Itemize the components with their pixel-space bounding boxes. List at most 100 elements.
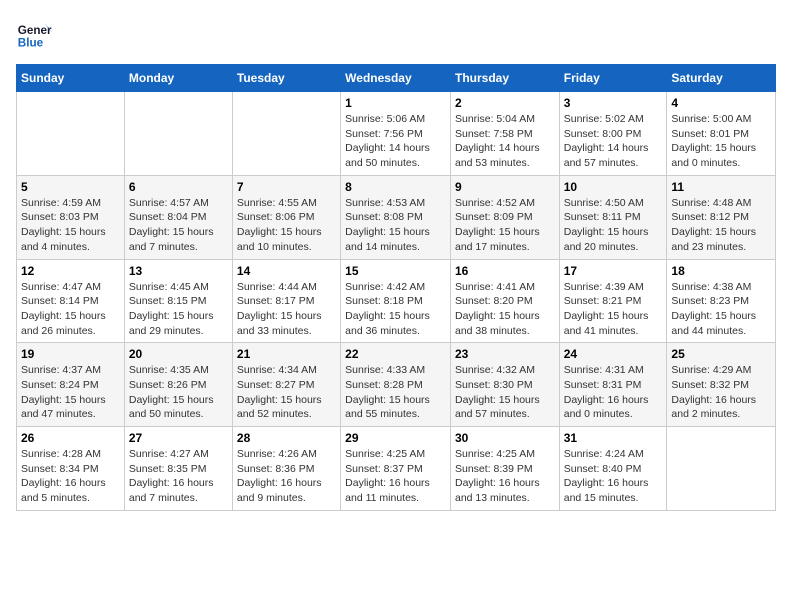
day-info: Sunrise: 4:29 AMSunset: 8:32 PMDaylight:…	[671, 363, 771, 422]
day-cell: 3Sunrise: 5:02 AMSunset: 8:00 PMDaylight…	[559, 92, 667, 176]
day-cell: 16 Sunrise: 4:41 AMSunset: 8:20 PMDayligh…	[450, 259, 559, 343]
day-cell: 15 Sunrise: 4:42 AMSunset: 8:18 PMDayligh…	[341, 259, 451, 343]
day-info: Sunrise: 4:34 AMSunset: 8:27 PMDaylight:…	[237, 363, 336, 422]
day-cell: 1 Sunrise: 5:06 AMSunset: 7:56 PMDaylight…	[341, 92, 451, 176]
weekday-row: SundayMondayTuesdayWednesdayThursdayFrid…	[17, 65, 776, 92]
day-cell: 18 Sunrise: 4:38 AMSunset: 8:23 PMDayligh…	[667, 259, 776, 343]
day-cell: 12 Sunrise: 4:47 AMSunset: 8:14 PMDayligh…	[17, 259, 125, 343]
week-row-5: 26 Sunrise: 4:28 AMSunset: 8:34 PMDayligh…	[17, 427, 776, 511]
day-info: Sunrise: 5:00 AMSunset: 8:01 PMDaylight:…	[671, 112, 771, 171]
day-cell: 10 Sunrise: 4:50 AMSunset: 8:11 PMDayligh…	[559, 175, 667, 259]
day-info: Sunrise: 4:44 AMSunset: 8:17 PMDaylight:…	[237, 280, 336, 339]
day-number: 20	[129, 347, 228, 361]
day-cell: 14 Sunrise: 4:44 AMSunset: 8:17 PMDayligh…	[232, 259, 340, 343]
day-number: 29	[345, 431, 446, 445]
day-number: 22	[345, 347, 446, 361]
weekday-header-thursday: Thursday	[450, 65, 559, 92]
day-info: Sunrise: 4:55 AMSunset: 8:06 PMDaylight:…	[237, 196, 336, 255]
day-info: Sunrise: 4:25 AMSunset: 8:37 PMDaylight:…	[345, 447, 446, 506]
day-info: Sunrise: 4:26 AMSunset: 8:36 PMDaylight:…	[237, 447, 336, 506]
day-info: Sunrise: 4:25 AMSunset: 8:39 PMDaylight:…	[455, 447, 555, 506]
day-cell: 26 Sunrise: 4:28 AMSunset: 8:34 PMDayligh…	[17, 427, 125, 511]
day-number: 21	[237, 347, 336, 361]
weekday-header-wednesday: Wednesday	[341, 65, 451, 92]
day-number: 2	[455, 96, 555, 110]
day-number: 10	[564, 180, 663, 194]
day-number: 13	[129, 264, 228, 278]
day-info: Sunrise: 4:37 AMSunset: 8:24 PMDaylight:…	[21, 363, 120, 422]
day-cell: 31 Sunrise: 4:24 AMSunset: 8:40 PMDayligh…	[559, 427, 667, 511]
day-cell	[232, 92, 340, 176]
day-number: 24	[564, 347, 663, 361]
day-info: Sunrise: 4:28 AMSunset: 8:34 PMDaylight:…	[21, 447, 120, 506]
day-info: Sunrise: 4:41 AMSunset: 8:20 PMDaylight:…	[455, 280, 555, 339]
day-info: Sunrise: 4:47 AMSunset: 8:14 PMDaylight:…	[21, 280, 120, 339]
day-info: Sunrise: 5:06 AMSunset: 7:56 PMDaylight:…	[345, 112, 446, 171]
day-number: 9	[455, 180, 555, 194]
day-cell: 19Sunrise: 4:37 AMSunset: 8:24 PMDayligh…	[17, 343, 125, 427]
calendar: SundayMondayTuesdayWednesdayThursdayFrid…	[16, 64, 776, 511]
day-number: 27	[129, 431, 228, 445]
day-number: 12	[21, 264, 120, 278]
day-info: Sunrise: 4:24 AMSunset: 8:40 PMDaylight:…	[564, 447, 663, 506]
page-header: General Blue	[16, 16, 776, 52]
day-number: 15	[345, 264, 446, 278]
day-cell: 11 Sunrise: 4:48 AMSunset: 8:12 PMDayligh…	[667, 175, 776, 259]
day-info: Sunrise: 4:50 AMSunset: 8:11 PMDaylight:…	[564, 196, 663, 255]
day-cell: 6 Sunrise: 4:57 AMSunset: 8:04 PMDaylight…	[124, 175, 232, 259]
day-cell: 9 Sunrise: 4:52 AMSunset: 8:09 PMDaylight…	[450, 175, 559, 259]
day-number: 6	[129, 180, 228, 194]
day-cell: 25 Sunrise: 4:29 AMSunset: 8:32 PMDayligh…	[667, 343, 776, 427]
logo: General Blue	[16, 16, 52, 52]
calendar-body: 1 Sunrise: 5:06 AMSunset: 7:56 PMDaylight…	[17, 92, 776, 511]
day-cell: 29 Sunrise: 4:25 AMSunset: 8:37 PMDayligh…	[341, 427, 451, 511]
day-number: 18	[671, 264, 771, 278]
day-number: 17	[564, 264, 663, 278]
day-number: 1	[345, 96, 446, 110]
weekday-header-sunday: Sunday	[17, 65, 125, 92]
day-cell: 27 Sunrise: 4:27 AMSunset: 8:35 PMDayligh…	[124, 427, 232, 511]
day-cell: 7 Sunrise: 4:55 AMSunset: 8:06 PMDaylight…	[232, 175, 340, 259]
day-info: Sunrise: 5:04 AMSunset: 7:58 PMDaylight:…	[455, 112, 555, 171]
day-info: Sunrise: 4:35 AMSunset: 8:26 PMDaylight:…	[129, 363, 228, 422]
day-cell: 23Sunrise: 4:32 AMSunset: 8:30 PMDayligh…	[450, 343, 559, 427]
day-cell: 21 Sunrise: 4:34 AMSunset: 8:27 PMDayligh…	[232, 343, 340, 427]
day-cell	[124, 92, 232, 176]
day-info: Sunrise: 4:31 AMSunset: 8:31 PMDaylight:…	[564, 363, 663, 422]
day-info: Sunrise: 4:33 AMSunset: 8:28 PMDaylight:…	[345, 363, 446, 422]
day-info: Sunrise: 4:59 AMSunset: 8:03 PMDaylight:…	[21, 196, 120, 255]
day-cell: 8 Sunrise: 4:53 AMSunset: 8:08 PMDaylight…	[341, 175, 451, 259]
day-number: 31	[564, 431, 663, 445]
day-info: Sunrise: 4:52 AMSunset: 8:09 PMDaylight:…	[455, 196, 555, 255]
day-number: 11	[671, 180, 771, 194]
day-info: Sunrise: 4:48 AMSunset: 8:12 PMDaylight:…	[671, 196, 771, 255]
day-number: 5	[21, 180, 120, 194]
day-info: Sunrise: 4:27 AMSunset: 8:35 PMDaylight:…	[129, 447, 228, 506]
day-cell: 2 Sunrise: 5:04 AMSunset: 7:58 PMDaylight…	[450, 92, 559, 176]
day-number: 23	[455, 347, 555, 361]
day-cell: 20 Sunrise: 4:35 AMSunset: 8:26 PMDayligh…	[124, 343, 232, 427]
week-row-3: 12 Sunrise: 4:47 AMSunset: 8:14 PMDayligh…	[17, 259, 776, 343]
day-cell: 5 Sunrise: 4:59 AMSunset: 8:03 PMDaylight…	[17, 175, 125, 259]
day-info: Sunrise: 4:57 AMSunset: 8:04 PMDaylight:…	[129, 196, 228, 255]
day-info: Sunrise: 4:45 AMSunset: 8:15 PMDaylight:…	[129, 280, 228, 339]
day-cell: 30Sunrise: 4:25 AMSunset: 8:39 PMDayligh…	[450, 427, 559, 511]
day-number: 16	[455, 264, 555, 278]
calendar-header: SundayMondayTuesdayWednesdayThursdayFrid…	[17, 65, 776, 92]
day-info: Sunrise: 5:02 AMSunset: 8:00 PMDaylight:…	[564, 112, 663, 171]
day-info: Sunrise: 4:53 AMSunset: 8:08 PMDaylight:…	[345, 196, 446, 255]
day-cell: 28Sunrise: 4:26 AMSunset: 8:36 PMDayligh…	[232, 427, 340, 511]
day-number: 8	[345, 180, 446, 194]
day-number: 25	[671, 347, 771, 361]
weekday-header-tuesday: Tuesday	[232, 65, 340, 92]
day-cell: 17Sunrise: 4:39 AMSunset: 8:21 PMDayligh…	[559, 259, 667, 343]
day-number: 14	[237, 264, 336, 278]
day-number: 7	[237, 180, 336, 194]
week-row-2: 5 Sunrise: 4:59 AMSunset: 8:03 PMDaylight…	[17, 175, 776, 259]
day-number: 26	[21, 431, 120, 445]
day-number: 4	[671, 96, 771, 110]
day-cell	[667, 427, 776, 511]
day-info: Sunrise: 4:42 AMSunset: 8:18 PMDaylight:…	[345, 280, 446, 339]
day-cell: 24 Sunrise: 4:31 AMSunset: 8:31 PMDayligh…	[559, 343, 667, 427]
day-info: Sunrise: 4:38 AMSunset: 8:23 PMDaylight:…	[671, 280, 771, 339]
